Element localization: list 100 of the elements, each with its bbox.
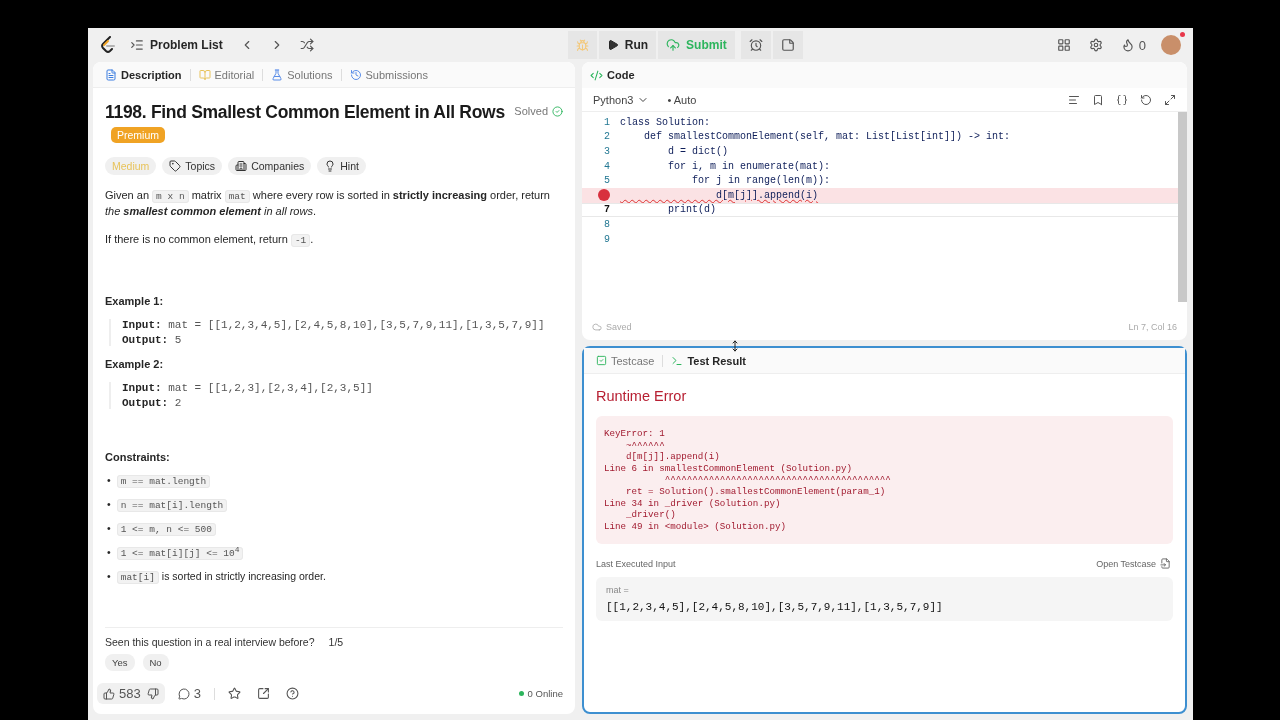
braces-icon [1116,93,1128,106]
code-line: for i, m in enumerate(mat): [667,160,831,172]
panel-tab[interactable]: Editorial [192,66,261,83]
online-count: 0 Online [518,688,563,699]
notification-dot [1180,32,1185,37]
constraint-text: mat[i] is sorted in strictly increasing order. [116,567,326,585]
code-icon [590,68,603,82]
cloud-icon [592,322,602,332]
example-line: Output: 2 [122,397,183,409]
answer-button[interactable]: No [142,654,169,671]
panel-title: Code [607,69,635,81]
example-heading: Example 1: [105,295,165,307]
interview-count: 1/5 [328,636,344,648]
line-number: 2 [604,131,610,143]
line-number: 3 [604,146,610,157]
external-link-icon [256,687,270,700]
example-line: Input: mat = [[1,2,3],[2,3,4],[2,3,5]] [122,382,374,394]
premium-badge: Premium [111,127,165,143]
last-input-label: Last Executed Input [596,558,676,569]
line-number: 9 [604,233,610,245]
notes-button[interactable] [772,31,803,59]
streak-button[interactable]: 0 [1117,34,1149,56]
error-icon [598,189,610,202]
problem-title: 1198. Find Smallest Common Element in All Rows [105,102,505,123]
code-line: d = dict() [667,146,729,157]
help-icon [285,687,299,700]
save-status: Saved [606,322,632,332]
thumbs-down-icon [146,687,159,700]
bullet: • [107,497,111,512]
tag-button[interactable]: Companies [228,157,312,175]
problem-list-button[interactable]: Problem List [126,36,227,54]
constraints-heading: Constraints: [105,451,171,463]
online-dot [518,691,524,696]
example-line: Output: 5 [122,334,183,346]
check-circle-icon [552,105,563,117]
scrollbar[interactable] [1178,112,1187,302]
line-number: 5 [604,175,610,187]
play-icon [606,39,619,51]
bug-icon [575,38,589,52]
building-icon [235,160,248,172]
language-select[interactable]: Python3 [590,90,653,109]
answer-button[interactable]: Yes [105,654,135,671]
file-icon [1160,558,1171,570]
line-number: 7 [604,204,610,216]
example-line: Input: mat = [[1,2,3,4,5],[2,4,5,8,10],[3,5,7,9,11],[1,3,5,7,9]] [122,319,546,331]
comments-button[interactable]: 3 [174,683,204,704]
star-icon [227,687,241,700]
code-line: print(d) [667,204,716,216]
line-number: 1 [604,116,610,128]
terminal-icon [671,354,684,367]
bullet: • [107,569,111,584]
bullet: • [107,473,111,488]
list-icon [130,38,144,52]
error-trace: KeyError: 1 ~^^^^^^ d[m[j]].append(i) Line 6 in smallestCommonElement (Solution.py) ^^^^^^^^^^^^^^^^^^^^^^^^^^^^^^^^^^^^^^^^^ ret = Solution().smallestCommonElement(param_1) Line 34 in _driver (Solution.py) _driver() Line 49 in <module> (Solution.py) [596,416,1173,545]
note-icon [780,38,795,52]
code-line: for j in range(len(m)): [691,175,831,187]
open-testcase-link[interactable]: Open Testcase [1096,558,1171,570]
input-value: [[1,2,3,4,5],[2,4,5,8,10],[3,5,7,9,11],[1,3,5,7,9]] [606,601,944,614]
code-line: class Solution: [620,116,710,128]
history-icon [349,68,362,81]
mode-select[interactable]: • Auto [664,90,700,109]
panel-tab[interactable]: Solutions [265,66,339,83]
cloud-upload-icon [666,38,681,52]
bookmark-icon [1092,93,1104,106]
solved-status: Solved [514,105,563,117]
run-button[interactable]: Run [598,31,657,59]
document-icon [105,68,117,81]
interview-question: Seen this question in a real interview before? [105,636,315,648]
tag-button[interactable]: Hint [317,157,366,175]
book-icon [198,68,211,81]
logo-icon[interactable] [100,36,116,54]
flask-icon [271,68,284,81]
panel-tab[interactable]: Test Result [665,352,752,369]
flame-icon [1120,38,1135,52]
panel-tab[interactable]: Testcase [590,352,661,369]
checkbox-icon [596,355,607,366]
comment-icon [177,687,190,700]
bullet: • [107,545,111,560]
code-line: def smallestCommonElement(self, mat: List[List[int]]) -> int: [643,131,1011,143]
code-line: d[m[j]].append(i) [715,189,819,201]
dislike-button[interactable] [146,687,159,700]
description-paragraph: If there is no common element, return -1 . [105,232,315,247]
shuffle-icon [299,38,314,52]
grid-icon [1056,38,1071,52]
line-number: 8 [604,218,610,230]
panel-tab[interactable]: Description [99,66,188,83]
tag-button[interactable]: Topics [162,157,223,175]
input-name: mat = [606,585,630,596]
align-left-icon [1068,93,1080,106]
settings-icon [1088,38,1103,52]
timer-button[interactable] [740,31,771,59]
example-heading: Example 2: [105,358,165,370]
alarm-clock-icon [748,38,763,52]
bullet: • [107,521,111,536]
undo-icon [1140,93,1152,106]
panel-tab[interactable]: Submissions [343,66,434,83]
like-button[interactable]: 583 [103,686,141,701]
result-title: Runtime Error [596,388,688,404]
expand-icon [1164,93,1176,106]
description-paragraph: Given an m x n matrix mat where every row is sorted in strictly increasing order, return the smallest common element in all rows. [105,188,551,219]
